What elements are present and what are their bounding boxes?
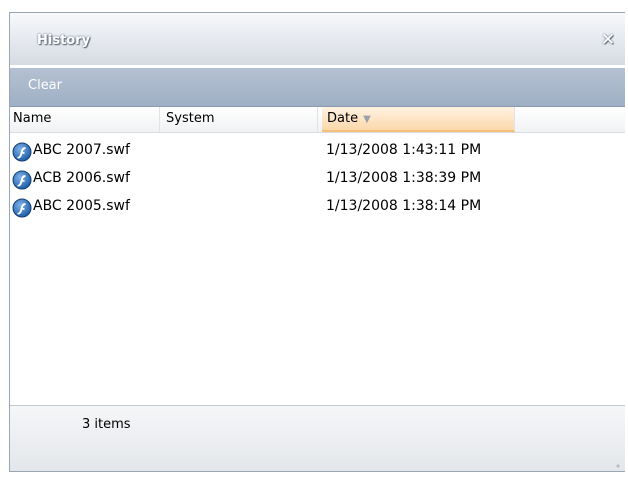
column-header-system[interactable]: System bbox=[160, 107, 318, 132]
status-bar: 3 items bbox=[10, 405, 625, 471]
file-date: 1/13/2008 1:38:14 PM bbox=[326, 198, 482, 214]
history-list: ABC 2007.swf 1/13/2008 1:43:11 PM ACB 20… bbox=[10, 138, 625, 222]
resize-grip-icon[interactable] bbox=[615, 463, 621, 469]
file-name: ABC 2007.swf bbox=[33, 142, 130, 158]
flash-file-icon bbox=[12, 142, 32, 162]
flash-file-icon bbox=[12, 198, 32, 218]
clear-button[interactable]: Clear bbox=[28, 78, 62, 93]
column-header: Name System Date ▼ bbox=[10, 107, 625, 133]
panel-title: History bbox=[37, 33, 91, 48]
file-name: ABC 2005.swf bbox=[33, 198, 130, 214]
flash-file-icon bbox=[12, 170, 32, 190]
toolbar: Clear bbox=[10, 68, 625, 107]
item-count: 3 items bbox=[82, 417, 131, 432]
list-item[interactable]: ACB 2006.swf 1/13/2008 1:38:39 PM bbox=[10, 166, 625, 194]
file-date: 1/13/2008 1:38:39 PM bbox=[326, 170, 482, 186]
file-name: ACB 2006.swf bbox=[33, 170, 130, 186]
list-item[interactable]: ABC 2005.swf 1/13/2008 1:38:14 PM bbox=[10, 194, 625, 222]
close-icon[interactable]: ✕ bbox=[600, 32, 616, 49]
column-header-name[interactable]: Name bbox=[10, 107, 160, 132]
file-date: 1/13/2008 1:43:11 PM bbox=[326, 142, 482, 158]
list-item[interactable]: ABC 2007.swf 1/13/2008 1:43:11 PM bbox=[10, 138, 625, 166]
column-header-date[interactable]: Date ▼ bbox=[322, 107, 515, 132]
title-bar: History ✕ bbox=[10, 13, 625, 65]
column-header-filler bbox=[515, 107, 625, 132]
sort-descending-icon: ▼ bbox=[363, 114, 371, 125]
history-panel: History ✕ Clear Name System Date ▼ ABC 20… bbox=[9, 12, 625, 472]
column-header-date-label: Date bbox=[327, 111, 359, 126]
